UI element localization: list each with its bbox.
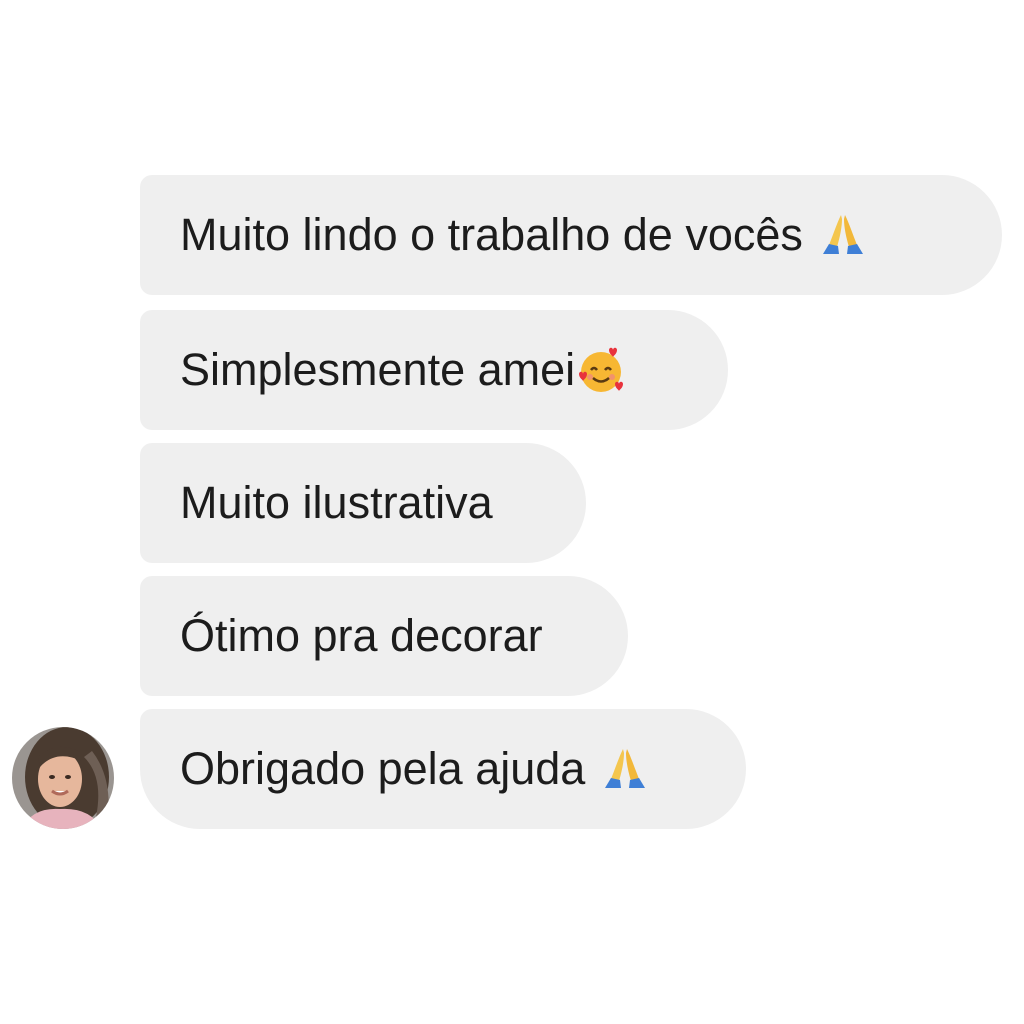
message-text: Ótimo pra decorar — [180, 610, 543, 661]
message-text: Muito lindo o trabalho de vocês — [180, 209, 803, 260]
user-avatar-photo-icon — [12, 727, 114, 829]
message-bubble[interactable]: Obrigado pela ajuda — [140, 709, 746, 829]
message-bubble[interactable]: Simplesmente amei — [140, 310, 728, 430]
chat-thread: Muito lindo o trabalho de vocês Simplesm… — [0, 0, 1024, 1024]
avatar[interactable] — [12, 727, 114, 829]
smiling-face-with-hearts-icon — [579, 347, 624, 392]
message-bubble[interactable]: Muito ilustrativa — [140, 443, 586, 563]
folded-hands-icon — [822, 215, 863, 254]
folded-hands-icon — [605, 749, 646, 788]
message-text: Muito ilustrativa — [180, 477, 493, 528]
message-text: Simplesmente amei — [180, 344, 576, 395]
message-bubble[interactable]: Ótimo pra decorar — [140, 576, 628, 696]
message-text: Obrigado pela ajuda — [180, 743, 586, 794]
message-bubble[interactable]: Muito lindo o trabalho de vocês — [140, 175, 1002, 295]
